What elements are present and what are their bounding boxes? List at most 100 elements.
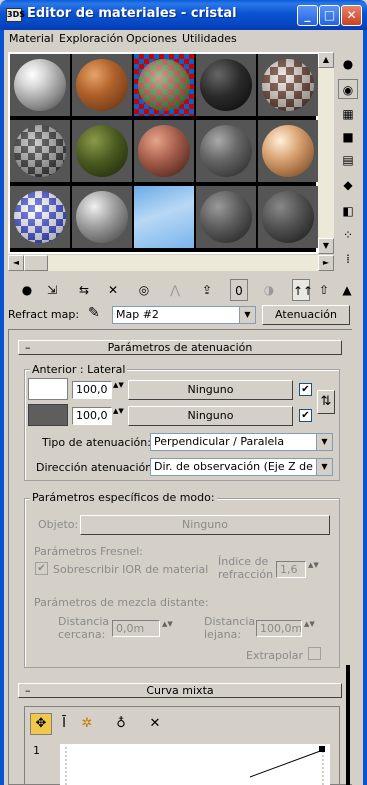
sample-slot-6[interactable] [10, 120, 70, 182]
extrapolate-label: Extrapolar [246, 649, 304, 662]
pick-material-icon[interactable]: ▲ [338, 279, 356, 301]
menu-utilidades[interactable]: Utilidades [182, 32, 237, 45]
near-distance-field[interactable]: 0,0m [112, 620, 160, 637]
front-color-swatch[interactable] [28, 378, 68, 400]
make-preview-icon[interactable]: ◆ [338, 175, 358, 195]
maximize-button[interactable]: □ [319, 5, 340, 26]
material-navigator-icon[interactable]: ⁞ [338, 249, 358, 269]
sample-slots-grid [8, 52, 318, 254]
scroll-up-icon[interactable]: ▲ [318, 52, 334, 68]
front-amount-spinner-icon[interactable]: ▲▼ [113, 381, 124, 399]
add-point-icon[interactable]: ✲ [78, 713, 96, 735]
delete-point-icon[interactable]: ✕ [146, 713, 164, 735]
close-button[interactable]: ✕ [341, 5, 362, 26]
ior-label-line2: refracción [218, 568, 274, 581]
sample-type-icon[interactable]: ● [338, 54, 358, 74]
far-distance-field[interactable]: 100,0m [256, 620, 302, 637]
sample-slot-12[interactable] [72, 186, 132, 248]
assign-to-selection-icon[interactable]: ⇆ [75, 279, 93, 301]
reset-map-icon[interactable]: ✕ [104, 279, 122, 301]
get-material-icon[interactable]: ● [18, 279, 36, 301]
sample-slot-1[interactable] [10, 54, 70, 116]
object-pick-button[interactable]: Ninguno [80, 515, 330, 535]
window-title: Editor de materiales - cristal [27, 6, 237, 21]
go-forward-sibling-icon[interactable]: ⇧ [315, 279, 333, 301]
sample-slot-15[interactable] [258, 186, 318, 248]
sample-slot-2[interactable] [72, 54, 132, 116]
select-by-material-icon[interactable]: ⁘ [338, 225, 358, 245]
eyedropper-icon[interactable]: ✎ [88, 305, 100, 321]
scale-point-icon[interactable]: Ī [55, 713, 73, 735]
near-distance-label-2: cercana: [58, 628, 106, 641]
sample-slot-8[interactable] [134, 120, 194, 182]
slots-horizontal-scrollbar[interactable]: ◄ ► [8, 255, 334, 271]
falloff-type-value: Perpendicular / Paralela [154, 435, 285, 448]
ior-spinner-icon[interactable]: ▲▼ [308, 561, 319, 579]
front-map-checkbox[interactable]: ✔ [299, 383, 312, 396]
move-icon[interactable]: ✥ [30, 713, 52, 735]
side-amount-field[interactable]: 100,0 [72, 407, 112, 425]
sample-slot-9[interactable] [196, 120, 256, 182]
falloff-direction-select[interactable]: Dir. de observación (Eje Z de cám ▼ [150, 458, 333, 476]
sample-slot-4[interactable] [196, 54, 256, 116]
put-to-library-icon[interactable]: ⋀ [166, 279, 184, 301]
chevron-down-icon[interactable]: ▼ [316, 434, 332, 450]
video-color-check-icon[interactable]: ▤ [338, 150, 358, 170]
sample-slot-3[interactable] [134, 54, 194, 116]
sample-slot-10[interactable] [258, 120, 318, 182]
material-sphere [262, 125, 314, 177]
mix-curve-graph[interactable] [60, 744, 330, 785]
scroll-right-icon[interactable]: ► [318, 255, 334, 271]
sample-slot-7[interactable] [72, 120, 132, 182]
front-amount-field[interactable]: 100,0 [72, 381, 112, 399]
uv-tiling-icon[interactable]: ■ [338, 127, 358, 147]
rollout-header-falloff[interactable]: – Parámetros de atenuación [18, 340, 342, 355]
falloff-type-select[interactable]: Perpendicular / Paralela ▼ [150, 433, 333, 451]
ior-field[interactable]: 1,6 [276, 561, 306, 578]
extrapolate-checkbox[interactable] [308, 647, 321, 660]
override-ior-checkbox[interactable]: ✔ [35, 562, 48, 575]
sample-slot-11[interactable] [10, 186, 70, 248]
options-icon[interactable]: ◧ [338, 201, 358, 221]
front-side-group-title: Anterior : Lateral [30, 363, 128, 376]
sample-slot-5[interactable] [258, 54, 318, 116]
side-amount-spinner-icon[interactable]: ▲▼ [113, 407, 124, 425]
chevron-down-icon[interactable]: ▼ [316, 459, 332, 475]
chevron-down-icon[interactable]: ▼ [239, 307, 255, 323]
material-sphere [14, 125, 66, 177]
show-end-result-icon[interactable]: ◑ [260, 279, 278, 301]
side-map-checkbox[interactable]: ✔ [299, 409, 312, 422]
refract-map-label: Refract map: [8, 308, 80, 321]
material-sphere [14, 59, 66, 111]
near-distance-spinner-icon[interactable]: ▲▼ [162, 620, 173, 638]
falloff-direction-value: Dir. de observación (Eje Z de cám [154, 460, 333, 473]
backlight-icon[interactable]: ◉ [338, 79, 358, 99]
background-icon[interactable]: ▦ [338, 104, 358, 124]
material-effects-channel-icon[interactable]: ⇪ [198, 279, 216, 301]
scroll-down-icon[interactable]: ▼ [318, 238, 334, 254]
side-color-swatch[interactable] [28, 404, 68, 426]
swap-colors-icon[interactable]: ⇅ [317, 390, 335, 414]
rollout-title: Curva mixta [146, 684, 214, 697]
make-unique-icon[interactable]: ◎ [135, 279, 153, 301]
slots-vertical-scrollbar[interactable]: ▲ ▼ [318, 52, 334, 254]
menu-exploracion[interactable]: Exploración [59, 32, 123, 45]
scroll-thumb[interactable] [24, 255, 48, 271]
minimize-button[interactable]: _ [297, 5, 318, 26]
rollout-header-mix-curve[interactable]: – Curva mixta [18, 683, 342, 698]
put-to-scene-icon[interactable]: ⇲ [43, 279, 61, 301]
scroll-left-icon[interactable]: ◄ [8, 255, 24, 271]
panel-scrollbar[interactable] [346, 665, 350, 785]
pan-icon[interactable]: ♁ [112, 713, 130, 735]
far-distance-spinner-icon[interactable]: ▲▼ [304, 620, 315, 638]
menu-opciones[interactable]: Opciones [126, 32, 177, 45]
show-map-in-viewport-icon[interactable]: 0 [230, 279, 248, 301]
sample-slot-13[interactable] [134, 186, 194, 248]
map-name-field[interactable]: Map #2 ▼ [112, 306, 256, 324]
side-map-button[interactable]: Ninguno [128, 406, 293, 426]
menu-material[interactable]: Material [9, 32, 54, 45]
map-type-button[interactable]: Atenuación [262, 305, 350, 325]
front-map-button[interactable]: Ninguno [128, 380, 293, 400]
sample-slot-14[interactable] [196, 186, 256, 248]
go-to-parent-icon[interactable]: ↑↑ [292, 279, 313, 301]
